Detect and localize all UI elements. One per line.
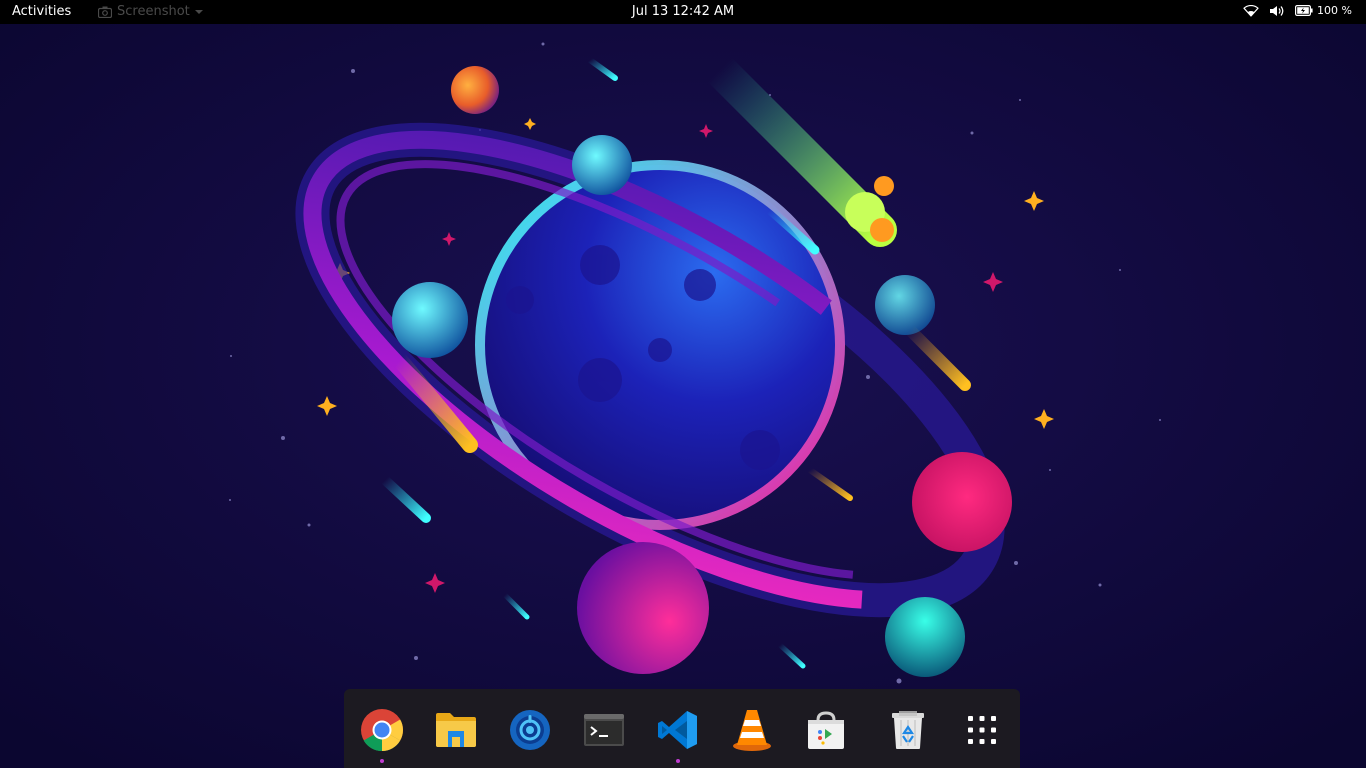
dock-item-blue-circle-app[interactable] xyxy=(505,705,555,755)
running-indicator xyxy=(676,759,680,763)
blue-circle-app-icon xyxy=(510,710,550,750)
dock-item-chrome[interactable] xyxy=(357,705,407,763)
app-menu-label: Screenshot xyxy=(117,4,190,19)
software-store-icon xyxy=(808,711,844,749)
desktop-wallpaper xyxy=(0,0,1366,768)
running-indicator xyxy=(380,759,384,763)
app-menu[interactable]: Screenshot xyxy=(98,4,203,19)
system-menu[interactable]: 100 % xyxy=(1243,4,1352,17)
battery-percent: 100 % xyxy=(1317,4,1352,17)
app-grid-icon xyxy=(968,716,996,744)
show-applications-button[interactable] xyxy=(957,705,1007,755)
top-bar: Activities Screenshot Jul 13 12:42 AM 10… xyxy=(0,0,1366,24)
activities-button[interactable]: Activities xyxy=(12,4,71,19)
dock-item-terminal[interactable] xyxy=(579,705,629,755)
dock-item-vlc[interactable] xyxy=(727,705,777,755)
chrome-icon xyxy=(361,709,403,752)
dock xyxy=(344,689,1020,768)
folder-icon xyxy=(436,713,476,747)
terminal-icon xyxy=(584,714,624,746)
camera-icon xyxy=(98,6,112,18)
volume-icon xyxy=(1270,5,1284,16)
battery-charging-icon xyxy=(1295,5,1313,16)
clock-datetime[interactable]: Jul 13 12:42 AM xyxy=(632,4,734,19)
dock-item-files[interactable] xyxy=(431,705,481,755)
dock-item-vscode[interactable] xyxy=(653,705,703,763)
wifi-icon xyxy=(1243,4,1259,17)
dock-item-software[interactable] xyxy=(801,705,851,755)
vscode-icon xyxy=(658,711,697,749)
dock-item-trash[interactable] xyxy=(883,705,933,755)
chevron-down-icon xyxy=(194,9,203,14)
vlc-cone-icon xyxy=(733,710,771,751)
trash-icon xyxy=(892,711,924,749)
